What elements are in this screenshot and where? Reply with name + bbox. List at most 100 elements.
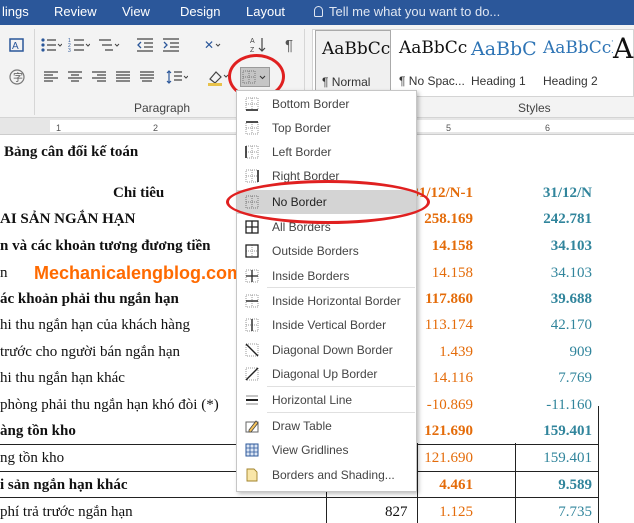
ruler-tick: 2: [153, 123, 159, 133]
row-label: àng tồn kho: [0, 423, 76, 439]
style-no-spacing[interactable]: AaBbCc ¶ No Spac...: [393, 30, 469, 96]
row-value-n1: 1.439: [439, 344, 473, 360]
menu-item-label: Outside Borders: [272, 244, 359, 258]
borders-shading-icon: [246, 468, 258, 482]
word-window: lings Review View Design Layout Tell me …: [0, 0, 634, 523]
menu-item-inside-horizontal-border[interactable]: Inside Horizontal Border: [237, 289, 416, 313]
draw-table-icon: [245, 420, 259, 433]
menu-item-label: Borders and Shading...: [272, 468, 395, 482]
show-formatting-marks-icon[interactable]: ¶: [280, 35, 302, 55]
justify-icon[interactable]: [112, 67, 134, 87]
inside-horizontal-border-icon: [245, 294, 259, 308]
decrease-indent-icon[interactable]: [134, 35, 156, 55]
style-preview: AaBbCcl: [543, 38, 613, 58]
char-border-icon[interactable]: 字: [6, 67, 28, 87]
menu-item-borders-and-shading[interactable]: Borders and Shading...: [237, 463, 416, 487]
row-label: phí trả trước ngắn hạn: [0, 504, 133, 520]
table-border: [417, 443, 418, 523]
row-value-n: 7.735: [558, 504, 592, 520]
bullets-icon[interactable]: [40, 35, 62, 55]
style-name: Heading 1: [471, 74, 526, 88]
row-value-n1: 121.690: [424, 450, 473, 466]
tell-me-box[interactable]: Tell me what you want to do...: [314, 0, 500, 25]
align-center-icon[interactable]: [64, 67, 86, 87]
ribbon-tab-bar: lings Review View Design Layout Tell me …: [0, 0, 634, 25]
menu-item-inside-borders[interactable]: Inside Borders: [237, 264, 416, 288]
ruler-tick: 6: [545, 123, 551, 133]
row-label: i sản ngắn hạn khác: [0, 477, 128, 493]
diagonal-down-border-icon: [245, 343, 259, 357]
menu-item-inside-vertical-border[interactable]: Inside Vertical Border: [237, 313, 416, 337]
row-value-n: 909: [569, 344, 593, 360]
style-name: Heading 2: [543, 74, 598, 88]
table-border: [515, 443, 516, 523]
row-value-n: 159.401: [543, 450, 592, 466]
row-label: AI SẢN NGẮN HẠN: [0, 211, 136, 227]
line-spacing-icon[interactable]: [166, 67, 188, 87]
row-value-n1: 14.158: [431, 265, 473, 281]
menu-item-draw-table[interactable]: Draw Table: [237, 414, 416, 438]
bottom-border-icon: [245, 97, 259, 111]
style-preview: A: [613, 32, 634, 65]
horizontal-line-icon: [246, 395, 258, 405]
row-value-n: 42.170: [550, 317, 592, 333]
tab-mailings[interactable]: lings: [0, 0, 38, 25]
row-value-n: 34.103: [550, 265, 592, 281]
table-border: [598, 443, 599, 523]
svg-text:¶: ¶: [285, 37, 293, 54]
menu-item-outside-borders[interactable]: Outside Borders: [237, 239, 416, 263]
numbering-icon[interactable]: 123: [68, 35, 90, 55]
align-right-icon[interactable]: [88, 67, 110, 87]
row-value-n1: 117.860: [425, 291, 473, 307]
multilevel-list-icon[interactable]: [98, 35, 120, 55]
row-label: phòng phải thu ngắn hạn khó đòi (*): [0, 397, 219, 413]
style-title[interactable]: A: [611, 30, 634, 96]
menu-item-diagonal-down-border[interactable]: Diagonal Down Border: [237, 338, 416, 362]
header-col0: Chỉ tiêu: [113, 185, 165, 201]
asian-layout-icon[interactable]: ✕: [204, 35, 226, 55]
style-preview: AaBbC: [471, 38, 537, 60]
paragraph-group-label: Paragraph: [134, 101, 191, 115]
svg-text:字: 字: [13, 71, 23, 84]
diagonal-up-border-icon: [245, 367, 259, 381]
menu-item-bottom-border[interactable]: Bottom Border: [237, 92, 416, 116]
row-value-n: -11.160: [546, 397, 592, 413]
style-heading-2[interactable]: AaBbCcl Heading 2: [537, 30, 613, 96]
menu-item-left-border[interactable]: Left Border: [237, 140, 416, 164]
menu-item-diagonal-up-border[interactable]: Diagonal Up Border: [237, 362, 416, 386]
menu-item-top-border[interactable]: Top Border: [237, 116, 416, 140]
tab-design[interactable]: Design: [180, 0, 226, 25]
tab-view[interactable]: View: [122, 0, 162, 25]
row-value-n1: 1.125: [439, 504, 473, 520]
row-label: hi thu ngắn hạn của khách hàng: [0, 317, 190, 333]
header-col2: 31/12/N: [542, 185, 592, 201]
tab-review[interactable]: Review: [54, 0, 104, 25]
row-value-n1: 4.461: [439, 477, 473, 493]
style-normal[interactable]: AaBbCc ¶ Normal: [315, 30, 391, 96]
menu-item-label: Draw Table: [272, 419, 332, 433]
row-value-n1: 113.174: [424, 317, 473, 333]
row-label: n và các khoản tương đương tiền: [0, 238, 211, 254]
ruler-tick: 1: [56, 123, 62, 133]
sort-icon[interactable]: AZ: [248, 35, 270, 55]
svg-text:A: A: [12, 41, 19, 52]
borders-menu: Bottom Border Top Border Left Border Rig…: [236, 90, 417, 492]
menu-item-view-gridlines[interactable]: View Gridlines: [237, 438, 416, 462]
distributed-icon[interactable]: [136, 67, 158, 87]
menu-item-label: Inside Horizontal Border: [272, 294, 401, 308]
inside-borders-icon: [245, 269, 259, 283]
increase-indent-icon[interactable]: [160, 35, 182, 55]
inside-vertical-border-icon: [245, 318, 259, 332]
tab-layout[interactable]: Layout: [246, 0, 292, 25]
style-heading-1[interactable]: AaBbC Heading 1: [465, 30, 541, 96]
svg-text:A: A: [250, 38, 255, 45]
row-value-n1: 14.158: [431, 238, 473, 254]
clear-format-icon[interactable]: A: [6, 35, 28, 55]
align-left-icon[interactable]: [40, 67, 62, 87]
menu-item-label: Bottom Border: [272, 97, 350, 111]
menu-item-horizontal-line[interactable]: Horizontal Line: [237, 388, 416, 412]
lightbulb-icon: [314, 6, 323, 17]
left-border-icon: [245, 145, 259, 159]
tell-me-text: Tell me what you want to do...: [329, 4, 501, 19]
shading-icon[interactable]: [206, 67, 228, 87]
